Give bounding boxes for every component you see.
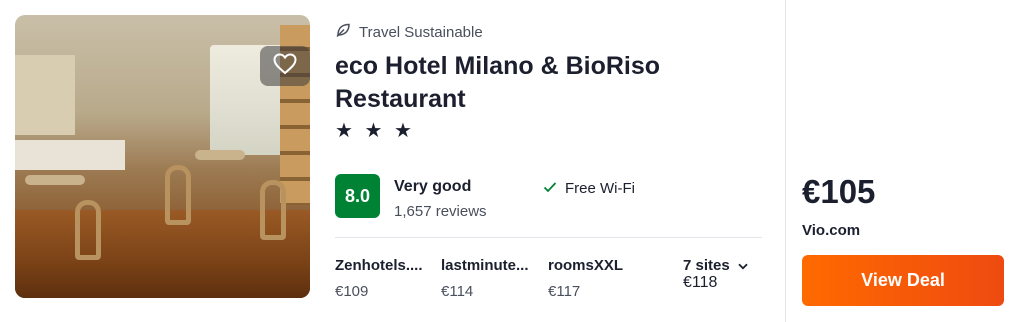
check-icon — [543, 180, 557, 197]
photo-chair — [165, 165, 191, 225]
site-name: lastminute... — [441, 257, 529, 274]
heart-icon — [273, 52, 297, 80]
chevron-down-icon — [738, 257, 748, 274]
site-offer[interactable]: lastminute... €114 — [441, 257, 546, 300]
site-offer[interactable]: Zenhotels.... €109 — [335, 257, 440, 300]
site-offer[interactable]: roomsXXL €117 — [548, 257, 653, 300]
photo-chair — [75, 200, 101, 260]
hotel-result-card[interactable]: Travel Sustainable eco Hotel Milano & Bi… — [0, 0, 1024, 322]
amenity-label: Free Wi-Fi — [565, 180, 635, 197]
photo-table — [195, 150, 245, 160]
favorite-button[interactable] — [260, 46, 310, 86]
panel-divider — [785, 0, 786, 322]
site-price: €117 — [548, 283, 581, 300]
site-price: €114 — [441, 283, 474, 300]
view-deal-button[interactable]: View Deal — [802, 255, 1004, 306]
more-sites-dropdown[interactable]: 7 sites €118 — [683, 257, 763, 292]
site-name: roomsXXL — [548, 257, 624, 274]
site-price: €109 — [335, 283, 369, 300]
leaf-icon — [335, 22, 351, 42]
hotel-photo[interactable] — [15, 15, 310, 298]
review-score-badge: 8.0 — [335, 174, 380, 218]
travel-sustainable-label: Travel Sustainable — [359, 23, 483, 41]
photo-chair — [260, 180, 286, 240]
star-rating: ★ ★ ★ — [335, 120, 415, 142]
photo-wall — [15, 55, 75, 135]
amenity-item: Free Wi-Fi — [543, 180, 635, 197]
hotel-name[interactable]: eco Hotel Milano & BioRiso Restaurant — [335, 50, 755, 116]
more-sites-price: €118 — [683, 274, 718, 291]
rating-label: Very good — [394, 178, 472, 195]
site-name: Zenhotels.... — [335, 257, 423, 274]
photo-table — [25, 175, 85, 185]
best-price: €105 — [802, 173, 876, 210]
divider — [335, 237, 762, 238]
photo-counter — [15, 140, 125, 170]
review-count[interactable]: 1,657 reviews — [394, 203, 487, 220]
deal-provider: Vio.com — [802, 222, 861, 239]
travel-sustainable-badge[interactable]: Travel Sustainable — [335, 22, 483, 42]
more-sites-label: 7 sites — [683, 257, 730, 274]
